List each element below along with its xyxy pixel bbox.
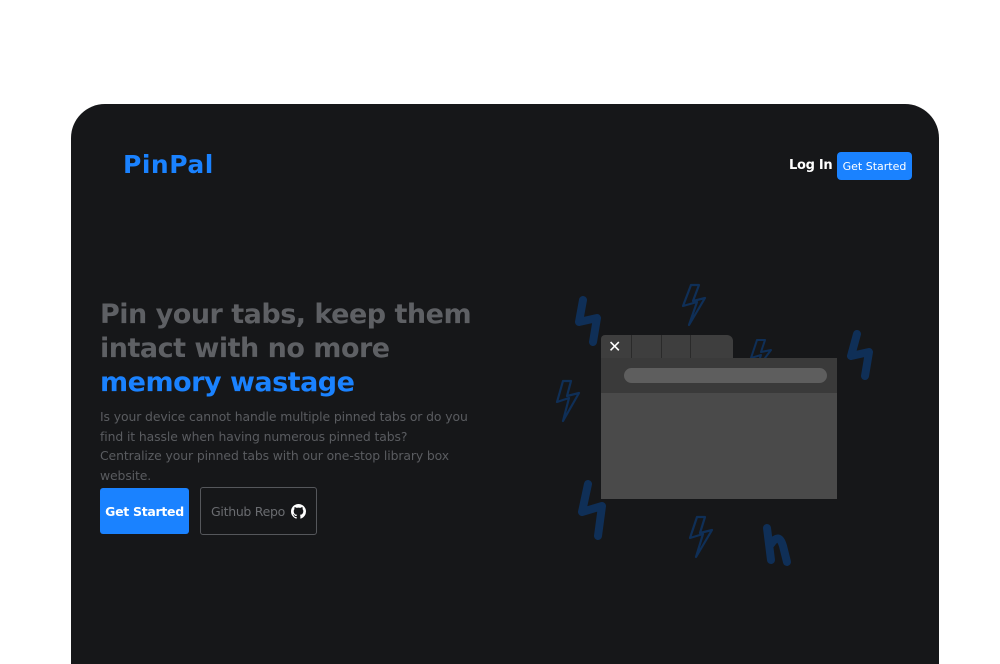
- hero-headline: Pin your tabs, keep them intact with no …: [100, 298, 520, 400]
- hero-get-started-button[interactable]: Get Started: [100, 488, 189, 534]
- squiggle-doodle-2: [847, 330, 873, 380]
- landing-frame: PinPal Log In Get Started Pin your tabs,…: [71, 104, 939, 664]
- github-repo-label: Github Repo: [211, 503, 285, 519]
- lightning-doodle-1: [681, 283, 707, 327]
- lightning-doodle-4: [688, 515, 714, 559]
- address-bar: [624, 368, 827, 383]
- login-link[interactable]: Log In: [789, 158, 833, 173]
- browser-tab-strip: ✕: [601, 335, 733, 359]
- hero-description: Is your device cannot handle multiple pi…: [100, 409, 468, 483]
- github-icon: [290, 503, 306, 519]
- tab-divider: [631, 335, 632, 359]
- lightning-doodle-3: [555, 379, 581, 423]
- headline-accent: memory wastage: [100, 367, 355, 398]
- pinpal-logo[interactable]: PinPal: [123, 150, 214, 179]
- headline-line-1: Pin your tabs, keep them: [100, 299, 472, 330]
- tab-divider: [661, 335, 662, 359]
- squiggle-doodle-4: [763, 524, 791, 566]
- nav-get-started-button[interactable]: Get Started: [837, 152, 912, 180]
- headline-line-2: intact with no more: [100, 333, 390, 364]
- tab-divider: [690, 335, 691, 359]
- browser-window-illustration: [601, 358, 837, 499]
- github-repo-button[interactable]: Github Repo: [200, 487, 317, 535]
- close-icon[interactable]: ✕: [608, 337, 621, 357]
- browser-toolbar: [601, 358, 837, 393]
